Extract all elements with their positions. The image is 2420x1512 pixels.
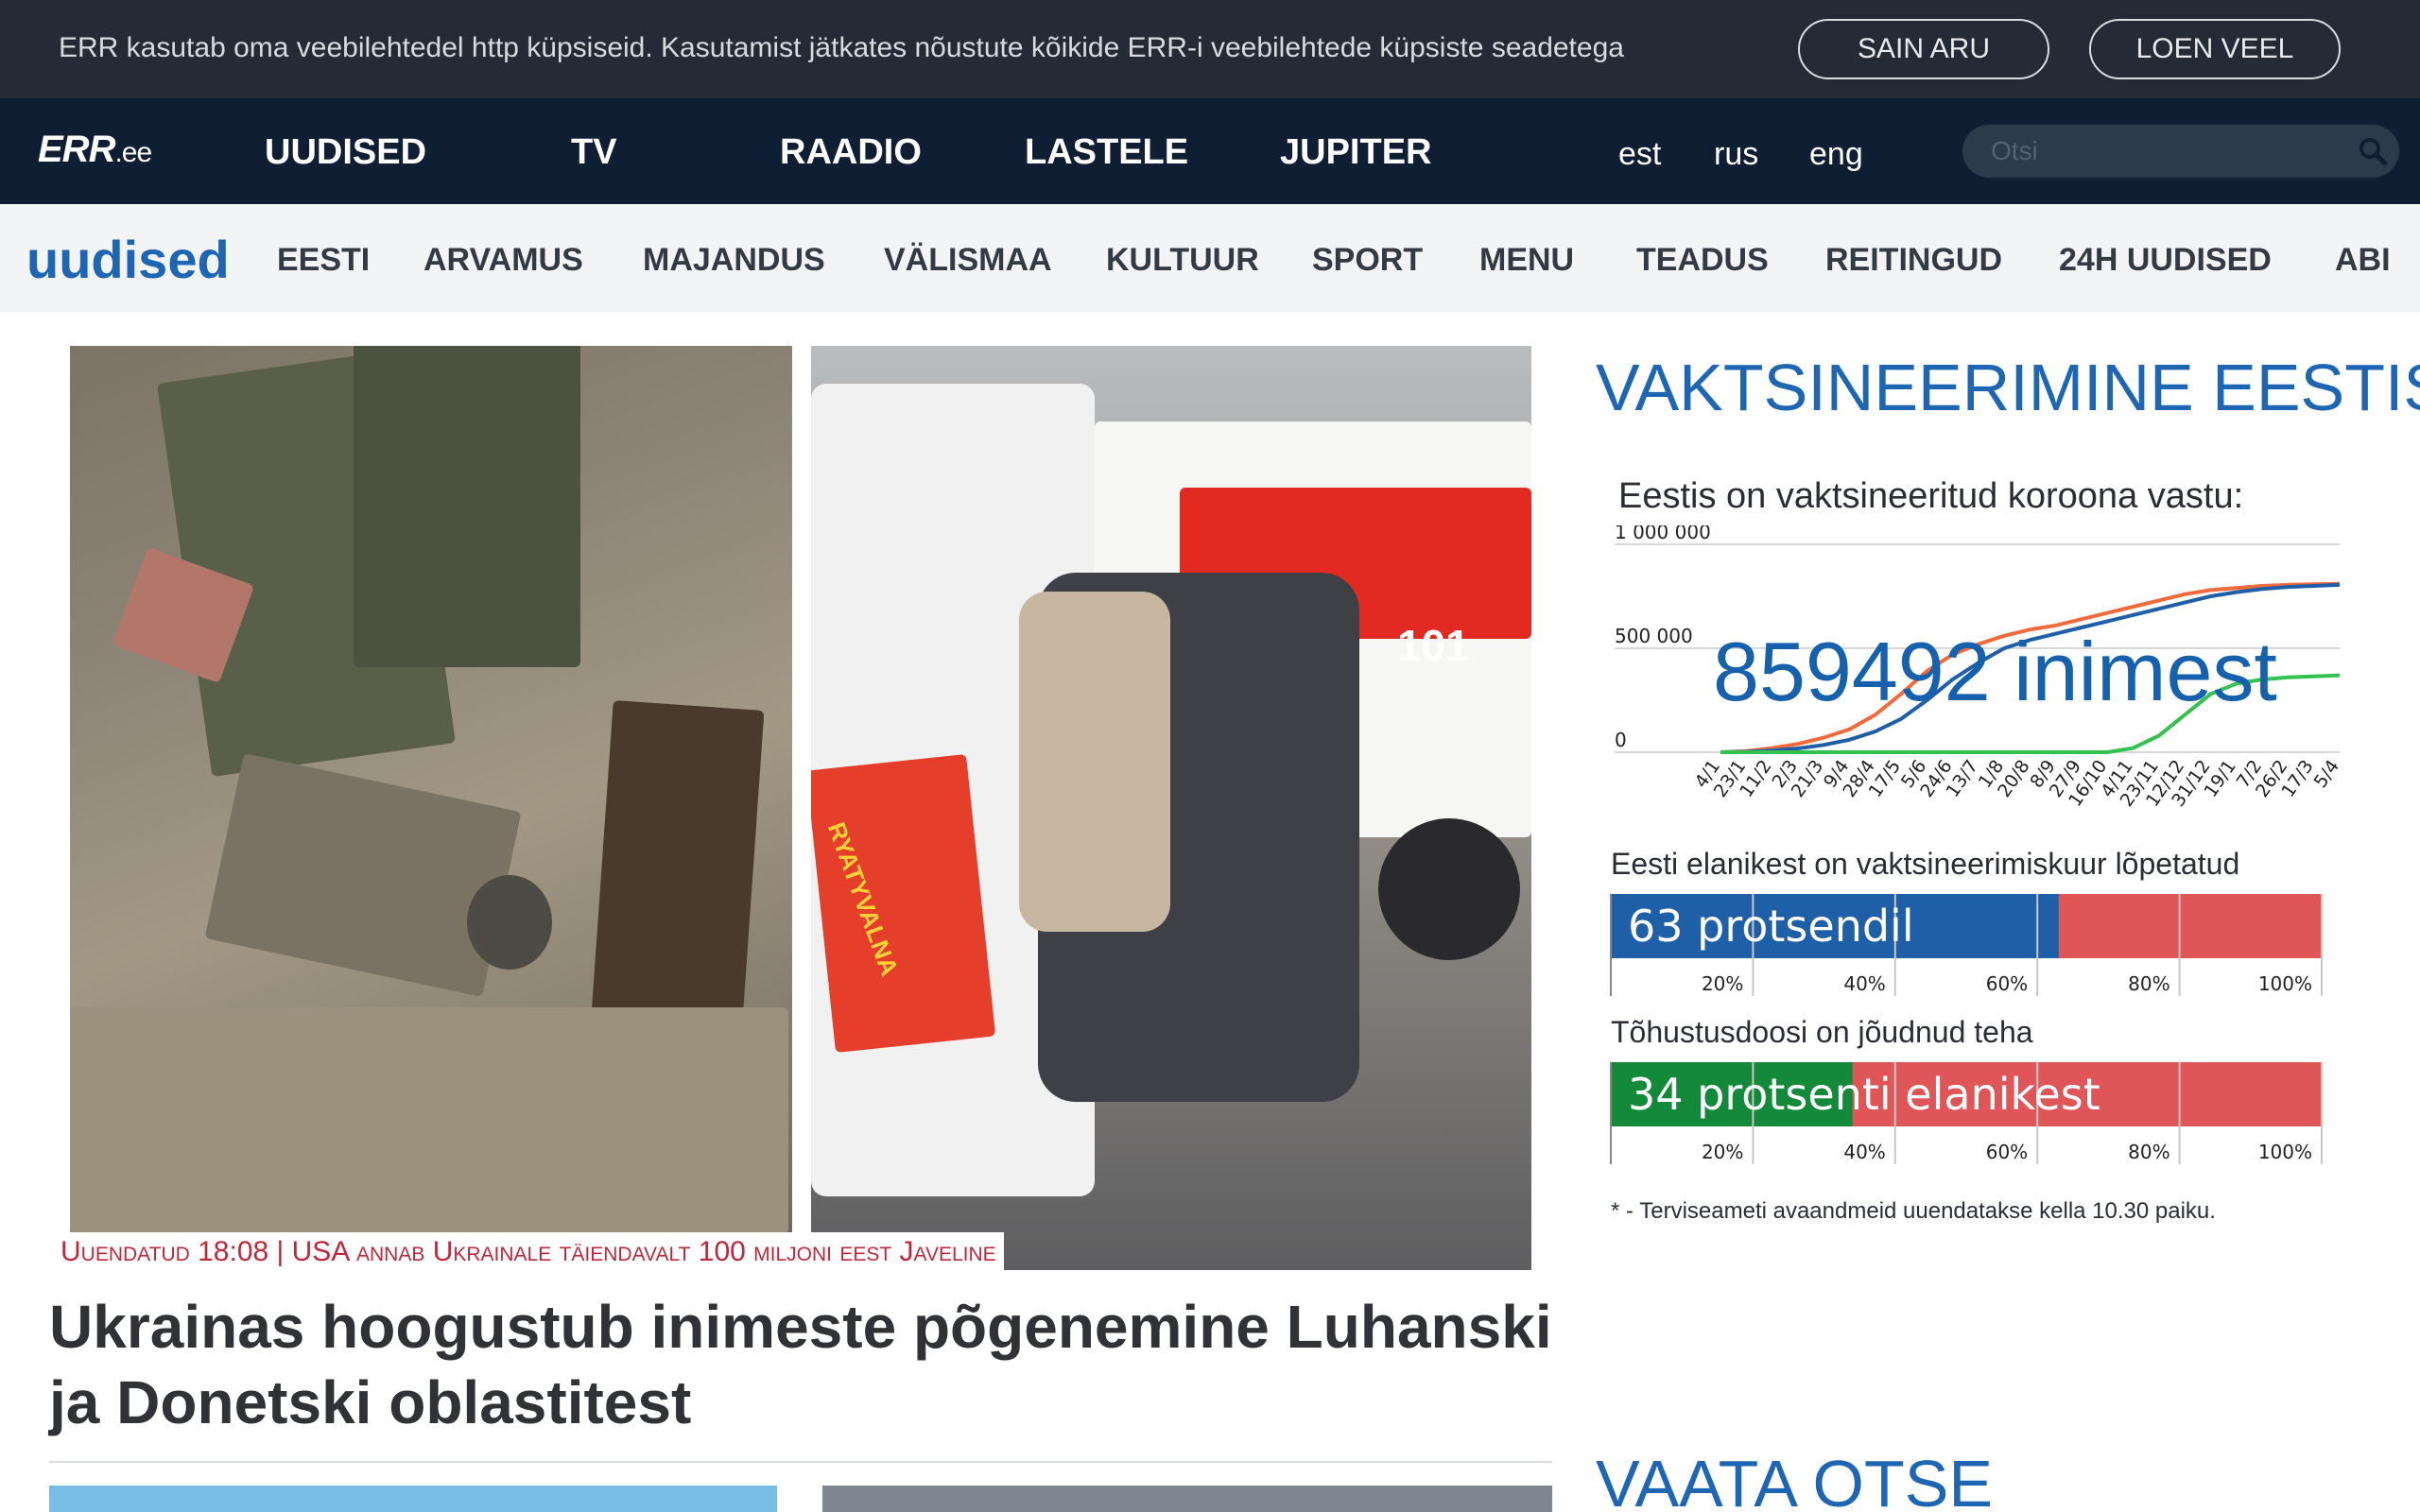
subnav-item-reitingud[interactable]: REITINGUD (1825, 242, 2002, 279)
logo-tld: .ee (114, 137, 152, 168)
x-tick-label: 40% (1843, 972, 1885, 995)
vaccination-chart-title: Eestis on vaktsineeritud koroona vastu: (1618, 476, 2244, 516)
x-tick-label: 5/4 (2310, 756, 2344, 792)
logo-text: ERR (38, 129, 115, 170)
nav-item-uudised[interactable]: UUDISED (265, 132, 426, 173)
subnav-item-majandus[interactable]: MAJANDUS (643, 242, 825, 279)
course-completed-bar-chart: 20% 40% 60% 80% 100% 63 protsendil (1610, 894, 2323, 996)
nav-item-lastele[interactable]: LASTELE (1025, 132, 1188, 173)
subnav-item-24h-uudised[interactable]: 24H UUDISED (2059, 242, 2272, 279)
photo-shape (811, 753, 996, 1054)
y-tick-label: 0 (1615, 729, 1627, 751)
vaccinated-count: 859492 inimest (1713, 625, 2277, 718)
section-title[interactable]: uudised (26, 229, 230, 290)
booster-bar-chart: 20% 40% 60% 80% 100% 34 protsenti elanikest (1610, 1062, 2323, 1164)
search-input[interactable] (1962, 125, 2399, 178)
photo-shape (354, 346, 580, 667)
article-thumbnail[interactable] (49, 1486, 777, 1512)
data-update-footnote: * - Terviseameti avaandmeid uuendatakse … (1611, 1198, 2216, 1224)
photo-shape (1378, 818, 1520, 960)
subnav-item-arvamus[interactable]: ARVAMUS (424, 242, 583, 279)
x-tick-label: 40% (1843, 1141, 1885, 1163)
hero-headline[interactable]: Ukrainas hoogustub inimeste põgenemine L… (49, 1289, 1562, 1440)
subnav-item-menu[interactable]: MENU (1479, 242, 1574, 279)
booster-label: Tõhustusdoosi on jõudnud teha (1611, 1015, 2033, 1049)
article-thumbnail[interactable] (822, 1486, 1552, 1512)
x-tick-label: 100% (2258, 972, 2312, 995)
lang-rus[interactable]: rus (1714, 136, 1758, 173)
subnav-item-valismaa[interactable]: VÄLISMAA (884, 242, 1052, 279)
bar-value-label: 34 protsenti elanikest (1628, 1069, 2100, 1120)
nav-item-jupiter[interactable]: JUPITER (1280, 132, 1431, 173)
course-completed-label: Eesti elanikest on vaktsineerimiskuur lõ… (1611, 847, 2240, 881)
hero-photo-rubble[interactable] (70, 346, 792, 1232)
x-tick-label: 20% (1702, 1141, 1743, 1163)
cookie-more-button[interactable]: LOEN VEEL (2089, 19, 2341, 79)
y-tick-label: 1 000 000 (1615, 525, 1711, 543)
subnav-item-abi[interactable]: ABI (2335, 242, 2391, 279)
subnav-item-eesti[interactable]: EESTI (277, 242, 370, 279)
search-icon[interactable] (2358, 136, 2388, 166)
photo-shape (204, 752, 522, 998)
x-tick-label: 60% (1986, 1141, 2028, 1163)
subnav-item-kultuur[interactable]: KULTUUR (1106, 242, 1259, 279)
lang-eng[interactable]: eng (1809, 136, 1863, 173)
x-tick-label: 80% (2128, 1141, 2169, 1163)
main-nav: ERR.ee UUDISED TV RAADIO LASTELE JUPITER… (0, 98, 2420, 204)
cookie-accept-button[interactable]: SAIN ARU (1798, 19, 2049, 79)
x-tick-label: 100% (2258, 1141, 2312, 1163)
photo-shape (70, 1007, 788, 1232)
nav-item-raadio[interactable]: RAADIO (780, 132, 922, 173)
subnav-item-teadus[interactable]: TEADUS (1636, 242, 1769, 279)
x-tick-label: 20% (1702, 972, 1743, 995)
x-tick-label: 60% (1986, 972, 2028, 995)
nav-item-tv[interactable]: TV (571, 132, 617, 173)
cookie-bar: ERR kasutab oma veebilehtedel http küpsi… (0, 0, 2420, 98)
bar-value-label: 63 protsendil (1628, 901, 1914, 952)
photo-shape (467, 875, 552, 970)
x-tick-label: 80% (2128, 972, 2169, 995)
err-logo[interactable]: ERR.ee (38, 129, 152, 171)
y-tick-label: 500 000 (1615, 625, 1693, 647)
photo-badge-text: 101 (1397, 621, 1470, 670)
hero-photo-rescue[interactable]: 101 RYATYVALNA (811, 346, 1531, 1270)
divider (49, 1461, 1552, 1463)
section-nav: uudised EESTI ARVAMUS MAJANDUS VÄLISMAA … (0, 204, 2420, 312)
cookie-text: ERR kasutab oma veebilehtedel http küpsi… (59, 32, 1624, 63)
watch-live-title[interactable]: VAATA OTSE (1596, 1446, 1993, 1512)
hero-caption-link[interactable]: Uuendatud 18:08 | USA annab Ukrainale tä… (53, 1232, 1004, 1272)
photo-shape (1019, 592, 1170, 932)
lang-est[interactable]: est (1618, 136, 1661, 173)
subnav-item-sport[interactable]: SPORT (1312, 242, 1423, 279)
vaccination-widget-title[interactable]: VAKTSINEERIMINE EESTIS (1596, 350, 2420, 425)
